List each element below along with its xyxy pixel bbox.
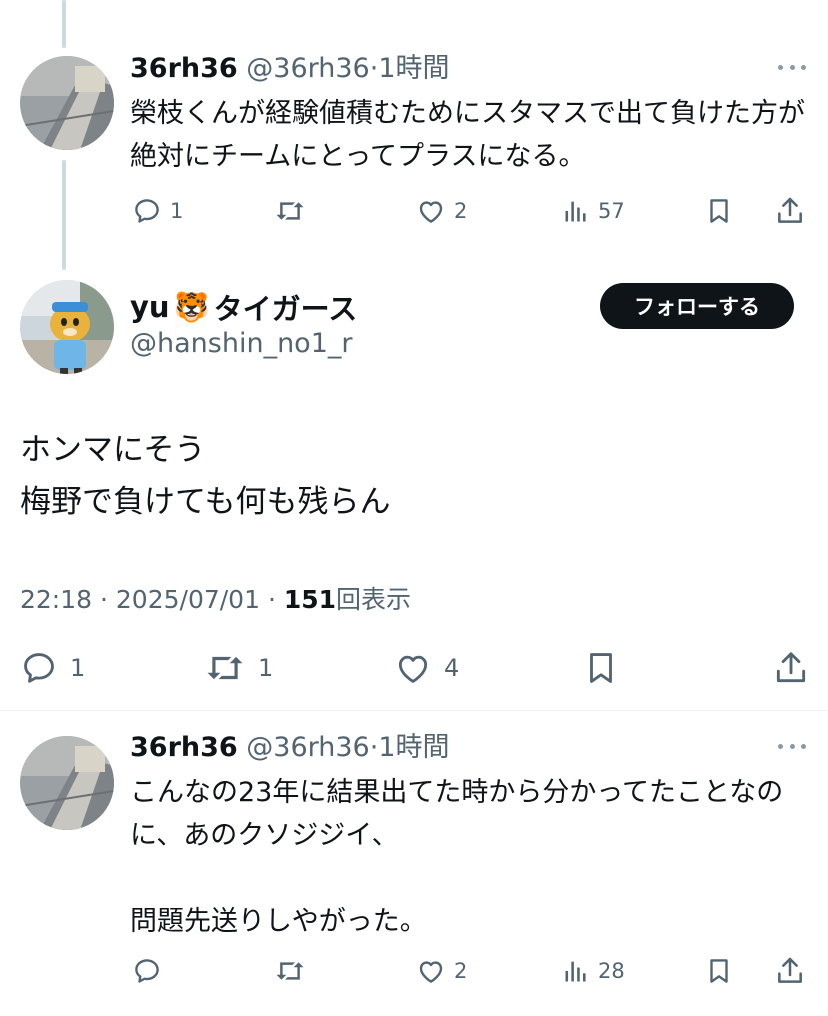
share-icon: [774, 955, 806, 987]
repost-button[interactable]: [274, 191, 306, 231]
like-icon: [416, 956, 446, 986]
share-button[interactable]: [774, 951, 806, 991]
more-icon[interactable]: [778, 62, 806, 72]
post-time[interactable]: 22:18: [20, 585, 92, 614]
share-button[interactable]: [774, 191, 806, 231]
repost-icon: [204, 649, 246, 687]
like-count: 2: [454, 199, 468, 223]
reply-icon: [132, 196, 162, 226]
author-handle[interactable]: @hanshin_no1_r: [130, 328, 352, 359]
author-name-suffix: タイガース: [213, 292, 358, 326]
like-count: 2: [454, 959, 468, 983]
more-icon[interactable]: [778, 741, 806, 751]
reply-header: 36rh36 @36rh36·1時間: [130, 731, 450, 765]
repost-button[interactable]: 1: [204, 648, 273, 688]
separator: ·: [267, 585, 276, 614]
views-count: 28: [598, 959, 625, 983]
reply-icon: [20, 649, 58, 687]
views-icon: [562, 956, 590, 986]
like-icon: [394, 649, 432, 687]
thread-line-top: [62, 0, 66, 48]
action-bar: 1 2 57: [0, 191, 828, 231]
author-name[interactable]: 36rh36: [130, 53, 238, 84]
post-meta: 22:18 · 2025/07/01 · 151回表示: [20, 580, 411, 616]
reply-header: 36rh36 @36rh36·1時間: [130, 52, 450, 86]
share-button[interactable]: [772, 648, 810, 688]
tiger-emoji-icon: 🐯: [173, 289, 210, 324]
bookmark-icon: [582, 649, 620, 687]
follow-button[interactable]: フォローする: [600, 283, 794, 329]
share-icon: [772, 649, 810, 687]
reply-text: こんなの23年に結果出てた時から分かってたことなのに、あのクソジジイ、 問題先送…: [130, 777, 784, 937]
like-button[interactable]: 2: [416, 951, 467, 991]
views-count: 57: [598, 199, 625, 223]
like-icon: [416, 196, 446, 226]
action-bar: 1 1 4: [0, 648, 828, 688]
bookmark-icon: [704, 956, 734, 986]
reply-button[interactable]: [132, 951, 162, 991]
bookmark-button[interactable]: [704, 951, 734, 991]
reply-icon: [132, 956, 162, 986]
reply-text: 榮枝くんが経験値積むためにスタマスで出て負けた方が絶対にチームにとってプラスにな…: [130, 98, 805, 172]
bookmark-button[interactable]: [582, 648, 620, 688]
reply-button[interactable]: 1: [132, 191, 183, 231]
views-button[interactable]: 28: [562, 951, 625, 991]
repost-icon: [274, 956, 306, 986]
action-bar: 2 28: [0, 951, 828, 991]
divider: [0, 710, 828, 711]
reply-count: 1: [170, 199, 184, 223]
repost-button[interactable]: [274, 951, 306, 991]
repost-count: 1: [258, 654, 274, 682]
reply-count: 1: [70, 654, 86, 682]
avatar[interactable]: [20, 280, 114, 374]
views-button[interactable]: 57: [562, 191, 625, 231]
like-button[interactable]: 4: [394, 648, 459, 688]
repost-icon: [274, 196, 306, 226]
author-name[interactable]: 36rh36: [130, 732, 238, 763]
author-name: yu: [130, 290, 170, 324]
post-time[interactable]: 1時間: [378, 53, 449, 84]
post-time[interactable]: 1時間: [378, 732, 449, 763]
bookmark-button[interactable]: [704, 191, 734, 231]
like-count: 4: [444, 654, 460, 682]
post-date[interactable]: 2025/07/01: [116, 585, 260, 614]
author-handle[interactable]: @36rh36: [246, 53, 369, 84]
like-button[interactable]: 2: [416, 191, 467, 231]
bookmark-icon: [704, 196, 734, 226]
view-label: 回表示: [336, 585, 412, 614]
author-handle[interactable]: @36rh36: [246, 732, 369, 763]
author-name-row[interactable]: yu 🐯 タイガース: [130, 286, 357, 328]
separator: ·: [100, 585, 108, 614]
view-count: 151: [283, 585, 337, 614]
share-icon: [774, 195, 806, 227]
post-text: ホンマにそう 梅野で負けても何も残らん: [20, 432, 391, 520]
reply-button[interactable]: 1: [20, 648, 85, 688]
views-icon: [562, 196, 590, 226]
bottom-reply[interactable]: 36rh36 @36rh36·1時間 こんなの23年に結果出てた時から分かってた…: [0, 731, 828, 981]
